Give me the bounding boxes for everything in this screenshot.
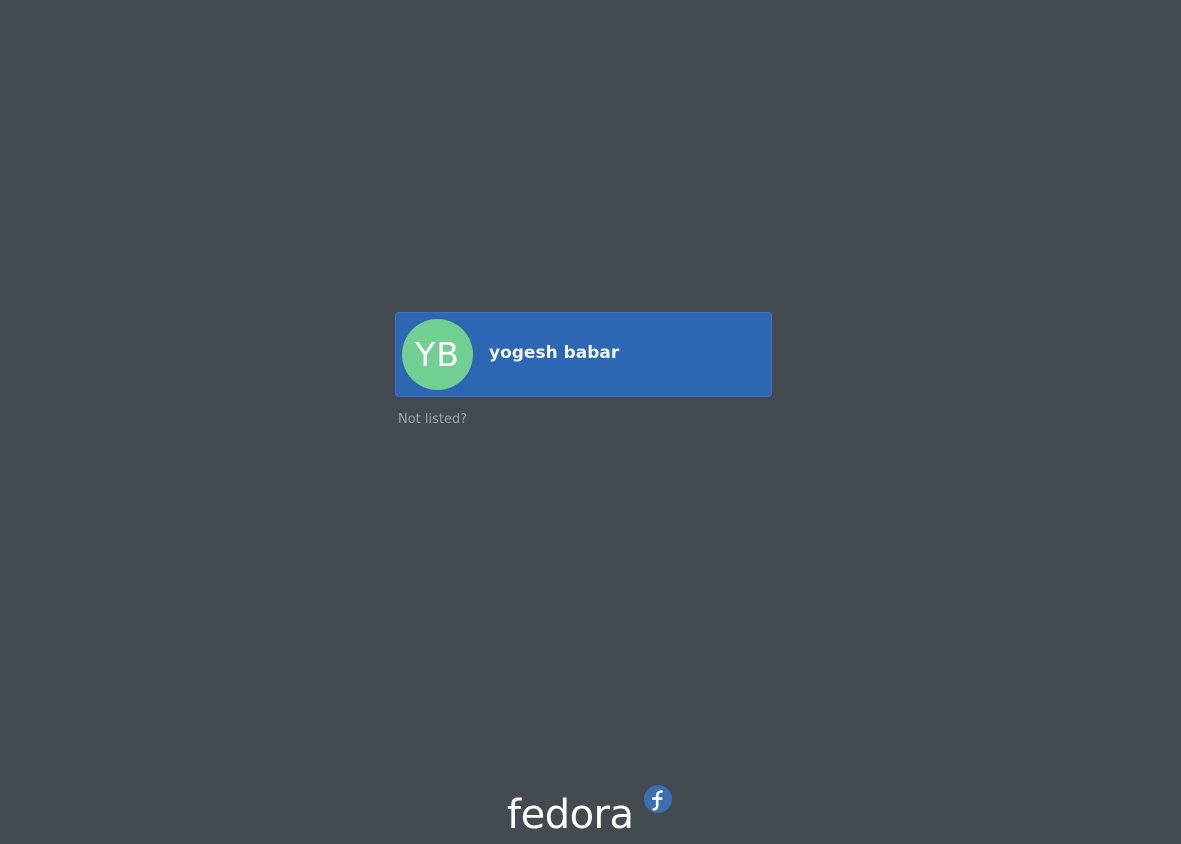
fedora-logo: fedora	[505, 784, 675, 840]
not-listed-link[interactable]: Not listed?	[398, 412, 467, 427]
user-entry-yogesh-babar[interactable]: YB yogesh babar	[395, 312, 772, 397]
user-name: yogesh babar	[489, 343, 620, 363]
fedora-wordmark: fedora	[507, 792, 634, 838]
user-list: YB yogesh babar	[395, 312, 772, 397]
user-avatar: YB	[402, 319, 473, 390]
avatar-initials: YB	[415, 335, 460, 374]
fedora-infinity-icon	[644, 785, 672, 813]
login-screen: { "users": [ { "initials": "YB", "name":…	[0, 0, 1181, 844]
